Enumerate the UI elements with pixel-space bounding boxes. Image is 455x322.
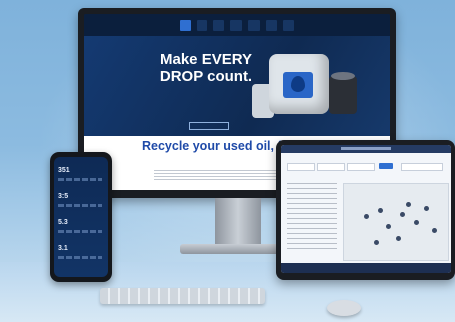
nav-item[interactable] [196, 19, 207, 31]
phone-stat: 3:5 [58, 193, 69, 200]
tablet-screen [281, 145, 451, 273]
phone-stat: 351 [58, 167, 70, 174]
drop-icon [291, 76, 305, 92]
phone-stat: 3.1 [58, 245, 68, 252]
hero-cta-button[interactable] [189, 122, 229, 130]
map-marker[interactable] [396, 236, 401, 241]
tablet-footer [281, 263, 451, 273]
map-marker[interactable] [406, 202, 411, 207]
phone-stat: 5.3 [58, 219, 68, 226]
map-marker[interactable] [364, 214, 369, 219]
filter-select[interactable] [317, 163, 345, 171]
oil-filter-image [329, 72, 357, 114]
map-marker[interactable] [432, 228, 437, 233]
map-marker[interactable] [424, 206, 429, 211]
nav-item[interactable] [230, 19, 242, 31]
tablet-header-title [341, 147, 391, 150]
nav-item[interactable] [247, 19, 261, 31]
map-marker[interactable] [386, 224, 391, 229]
oil-jug-image [269, 54, 329, 114]
hero-banner: Make EVERY DROP count. [84, 36, 390, 136]
smartphone: 351 3:5 5.3 3.1 [50, 152, 112, 282]
phone-screen: 351 3:5 5.3 3.1 [54, 157, 108, 277]
search-button[interactable] [379, 163, 393, 169]
mouse [327, 300, 361, 316]
nav-item[interactable] [212, 19, 225, 31]
map-marker[interactable] [374, 240, 379, 245]
tablet [276, 140, 455, 280]
nav-item[interactable] [266, 19, 278, 31]
map-marker[interactable] [400, 212, 405, 217]
phone-stat-caption [58, 204, 102, 207]
filter-select[interactable] [347, 163, 375, 171]
top-navbar [84, 14, 390, 36]
phone-stat-caption [58, 178, 102, 181]
nav-item-home[interactable] [180, 19, 191, 31]
monitor-stand [215, 198, 261, 250]
keyboard [100, 288, 265, 304]
nav-item[interactable] [283, 19, 294, 31]
phone-stat-caption [58, 256, 102, 259]
hero-title: Make EVERY DROP count. [159, 51, 253, 85]
location-input[interactable] [401, 163, 443, 171]
phone-stat-caption [58, 230, 102, 233]
results-list[interactable] [287, 183, 337, 253]
locations-map[interactable] [343, 183, 449, 261]
map-marker[interactable] [414, 220, 419, 225]
search-input[interactable] [287, 163, 315, 171]
tablet-header [281, 145, 451, 153]
filter-cap [331, 72, 355, 80]
map-marker[interactable] [378, 208, 383, 213]
